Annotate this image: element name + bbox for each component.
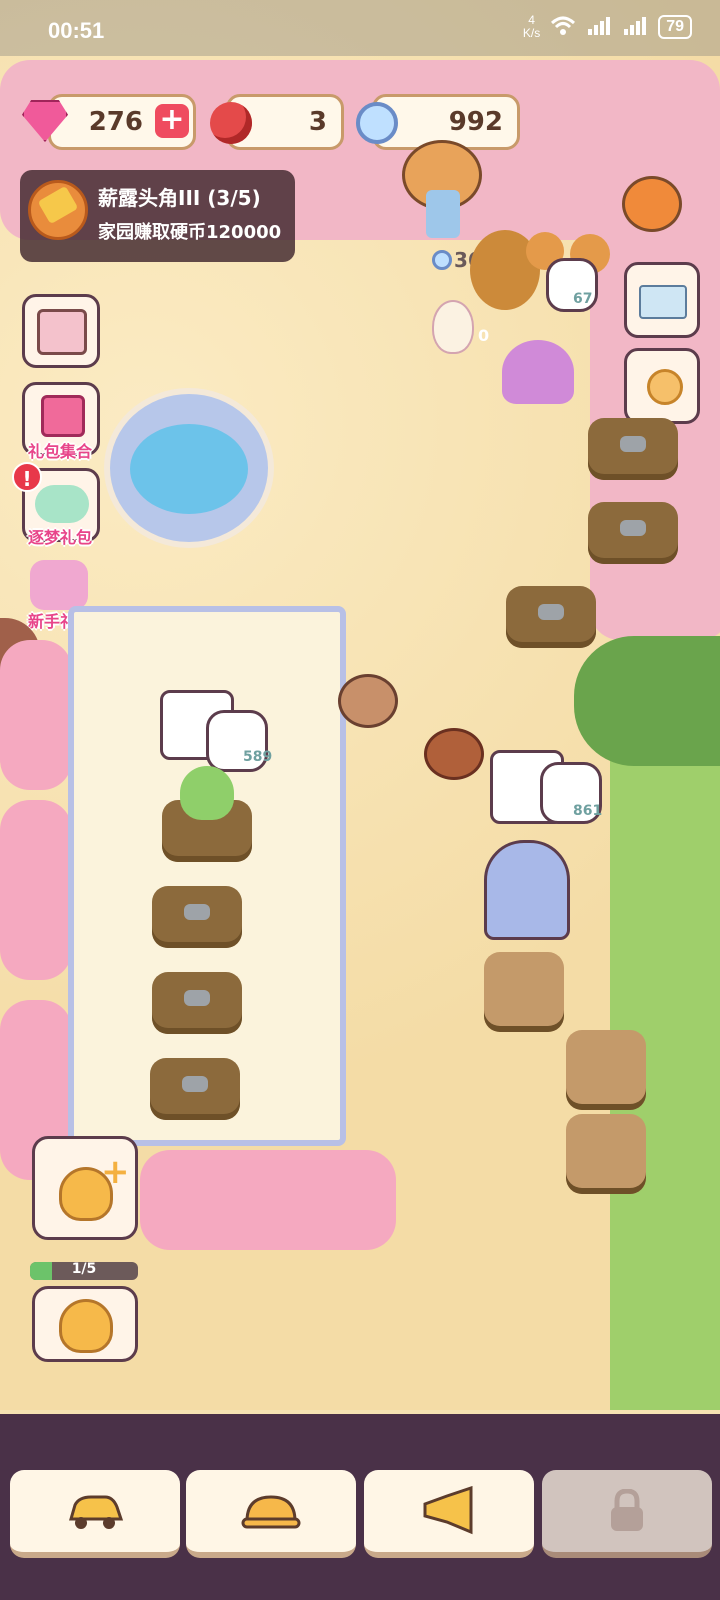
farm-plot-empty[interactable] bbox=[588, 502, 678, 564]
farm-plot-radish[interactable] bbox=[162, 766, 252, 862]
status-bar: 00:51 4 K/s 79 bbox=[0, 0, 720, 56]
coin-count: 992 bbox=[448, 107, 503, 137]
rock-icon bbox=[538, 604, 564, 620]
quest-description: 家园赚取硬币120000 bbox=[98, 222, 282, 243]
gift-collection-label: 礼包集合 bbox=[27, 442, 92, 461]
farm-plot-empty[interactable] bbox=[152, 886, 242, 948]
ruby-icon bbox=[210, 102, 252, 144]
broken-fence[interactable] bbox=[566, 1030, 646, 1110]
rock-icon bbox=[184, 904, 210, 920]
signal-4g-icon bbox=[622, 15, 648, 40]
megaphone-button[interactable] bbox=[364, 1470, 534, 1558]
dream-pack-label: 逐梦礼包 bbox=[27, 528, 92, 547]
egg-item[interactable] bbox=[432, 300, 474, 354]
shop-stall-button[interactable] bbox=[22, 294, 100, 368]
rock-icon bbox=[620, 520, 646, 536]
plus-icon: + bbox=[101, 1152, 130, 1192]
egg-count: 0 bbox=[478, 326, 490, 345]
pink-hedge bbox=[0, 640, 72, 790]
fountain[interactable] bbox=[104, 388, 274, 548]
drumstick-count: 861 bbox=[573, 803, 603, 819]
signal-5g-icon bbox=[586, 15, 612, 40]
pink-hedge bbox=[140, 1150, 396, 1250]
coin-icon bbox=[356, 102, 398, 144]
purple-wheat-plant[interactable] bbox=[502, 340, 574, 404]
net-speed: 4 K/s bbox=[522, 13, 541, 40]
cloud-icon bbox=[35, 485, 89, 523]
radish-count: 589 bbox=[243, 749, 273, 765]
hard-hat-icon bbox=[241, 1495, 301, 1529]
shiba-sign bbox=[426, 190, 460, 238]
broken-fence[interactable] bbox=[484, 952, 564, 1032]
locked-button[interactable] bbox=[542, 1470, 712, 1558]
quest-banner[interactable]: 薪露头角III (3/5) 家园赚取硬币120000 bbox=[20, 170, 295, 262]
paw-icon bbox=[647, 369, 683, 405]
farm-plot-empty[interactable] bbox=[588, 418, 678, 480]
radish-plant bbox=[180, 766, 234, 820]
gem-count: 276 bbox=[88, 107, 143, 137]
car-button[interactable] bbox=[10, 1470, 180, 1558]
drumstick-bubble[interactable]: 861 bbox=[540, 762, 602, 824]
market-stall-icon bbox=[37, 309, 87, 355]
farm-plot-empty[interactable] bbox=[152, 972, 242, 1034]
fountain-water bbox=[130, 424, 248, 514]
wifi-icon bbox=[550, 15, 576, 40]
gift-box-icon bbox=[41, 395, 85, 437]
battery-indicator: 79 bbox=[658, 15, 692, 39]
bush-with-flowers bbox=[574, 636, 720, 766]
pink-hedge bbox=[0, 800, 72, 980]
radish-bubble[interactable]: 589 bbox=[206, 710, 272, 772]
newbie-pack-icon[interactable] bbox=[30, 560, 88, 610]
status-icons: 4 K/s 79 bbox=[523, 14, 692, 40]
broken-fence[interactable] bbox=[566, 1114, 646, 1194]
fox-avatar[interactable] bbox=[622, 176, 682, 232]
hedgehog-character[interactable] bbox=[338, 674, 398, 728]
envelope-icon bbox=[639, 285, 687, 319]
bell-icon bbox=[59, 1299, 113, 1353]
farm-plot-empty[interactable] bbox=[506, 586, 596, 648]
megaphone-icon bbox=[423, 1486, 473, 1535]
paw-button[interactable] bbox=[624, 348, 700, 424]
status-time: 00:51 bbox=[48, 18, 105, 43]
wheat-bubble[interactable]: 67 bbox=[546, 258, 598, 312]
bell-button[interactable] bbox=[32, 1286, 138, 1362]
quest-title: 薪露头角III (3/5) bbox=[98, 186, 261, 210]
rock-icon bbox=[184, 990, 210, 1006]
lock-icon bbox=[611, 1489, 643, 1531]
rock-icon bbox=[182, 1076, 208, 1092]
car-icon bbox=[69, 1495, 124, 1529]
build-button[interactable] bbox=[186, 1470, 356, 1558]
add-bell-button[interactable]: + bbox=[32, 1136, 138, 1240]
add-gems-plus-icon[interactable]: + bbox=[155, 104, 189, 138]
mail-button[interactable] bbox=[624, 262, 700, 338]
alert-badge: ! bbox=[12, 462, 42, 492]
wheat-count: 67 bbox=[573, 291, 593, 307]
tower-house[interactable] bbox=[484, 840, 570, 940]
bell-progress-text: 1/5 bbox=[71, 1261, 97, 1277]
farm-plot-empty[interactable] bbox=[150, 1058, 240, 1120]
small-coin-icon bbox=[432, 250, 452, 270]
rock-icon bbox=[620, 436, 646, 452]
ruby-count: 3 bbox=[308, 107, 327, 137]
red-panda-character[interactable] bbox=[424, 728, 484, 780]
